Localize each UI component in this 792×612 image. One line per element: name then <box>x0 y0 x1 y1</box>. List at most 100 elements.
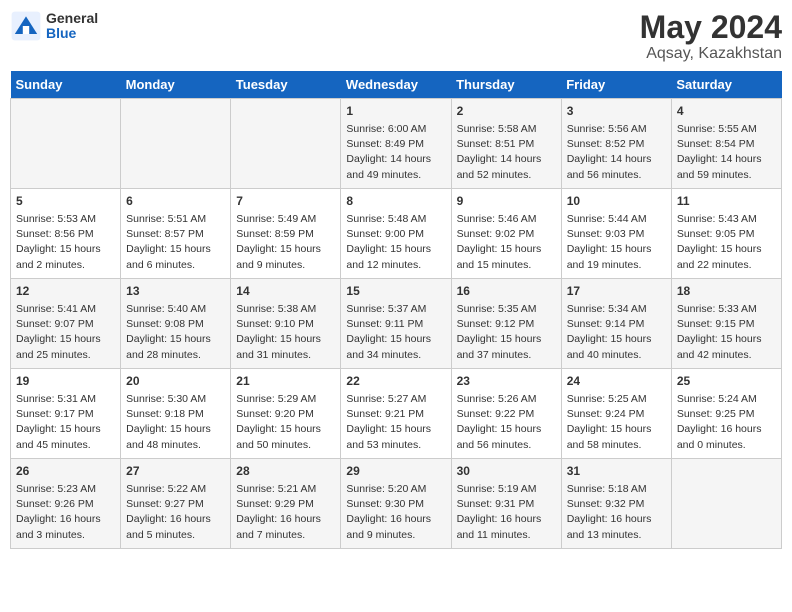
weekday-header-row: SundayMondayTuesdayWednesdayThursdayFrid… <box>11 71 782 99</box>
logo-general-text: General <box>46 11 98 26</box>
day-info: Sunrise: 5:18 AM Sunset: 9:32 PM Dayligh… <box>567 482 666 543</box>
calendar-cell: 20 Sunrise: 5:30 AM Sunset: 9:18 PM Dayli… <box>121 369 231 459</box>
day-number: 19 <box>16 373 115 390</box>
calendar-cell: 12Sunrise: 5:41 AM Sunset: 9:07 PM Dayli… <box>11 279 121 369</box>
weekday-header-sunday: Sunday <box>11 71 121 99</box>
calendar-cell: 4 Sunrise: 5:55 AM Sunset: 8:54 PM Daylig… <box>671 99 781 189</box>
logo-icon <box>10 10 42 42</box>
calendar-cell <box>121 99 231 189</box>
day-info: Sunrise: 5:31 AM Sunset: 9:17 PM Dayligh… <box>16 392 115 453</box>
calendar-cell: 5Sunrise: 5:53 AM Sunset: 8:56 PM Daylig… <box>11 189 121 279</box>
day-info: Sunrise: 5:40 AM Sunset: 9:08 PM Dayligh… <box>126 302 225 363</box>
day-number: 11 <box>677 193 776 210</box>
calendar-cell: 28Sunrise: 5:21 AM Sunset: 9:29 PM Dayli… <box>231 459 341 549</box>
day-info: Sunrise: 5:24 AM Sunset: 9:25 PM Dayligh… <box>677 392 776 453</box>
calendar-cell: 29 Sunrise: 5:20 AM Sunset: 9:30 PM Dayli… <box>341 459 451 549</box>
day-info: Sunrise: 5:29 AM Sunset: 9:20 PM Dayligh… <box>236 392 335 453</box>
day-number: 17 <box>567 283 666 300</box>
calendar-cell: 1Sunrise: 6:00 AM Sunset: 8:49 PM Daylig… <box>341 99 451 189</box>
weekday-header-friday: Friday <box>561 71 671 99</box>
day-number: 6 <box>126 193 225 210</box>
calendar-cell: 25 Sunrise: 5:24 AM Sunset: 9:25 PM Dayli… <box>671 369 781 459</box>
day-number: 16 <box>457 283 556 300</box>
calendar-cell: 13 Sunrise: 5:40 AM Sunset: 9:08 PM Dayli… <box>121 279 231 369</box>
day-info: Sunrise: 5:56 AM Sunset: 8:52 PM Dayligh… <box>567 122 666 183</box>
day-info: Sunrise: 5:27 AM Sunset: 9:21 PM Dayligh… <box>346 392 445 453</box>
weekday-header-thursday: Thursday <box>451 71 561 99</box>
day-info: Sunrise: 5:35 AM Sunset: 9:12 PM Dayligh… <box>457 302 556 363</box>
day-number: 20 <box>126 373 225 390</box>
calendar-cell: 6 Sunrise: 5:51 AM Sunset: 8:57 PM Daylig… <box>121 189 231 279</box>
day-number: 3 <box>567 103 666 120</box>
day-info: Sunrise: 5:58 AM Sunset: 8:51 PM Dayligh… <box>457 122 556 183</box>
calendar-cell <box>231 99 341 189</box>
day-info: Sunrise: 5:25 AM Sunset: 9:24 PM Dayligh… <box>567 392 666 453</box>
day-number: 12 <box>16 283 115 300</box>
day-info: Sunrise: 5:26 AM Sunset: 9:22 PM Dayligh… <box>457 392 556 453</box>
calendar-cell: 23 Sunrise: 5:26 AM Sunset: 9:22 PM Dayli… <box>451 369 561 459</box>
day-number: 28 <box>236 463 335 480</box>
calendar-cell: 7 Sunrise: 5:49 AM Sunset: 8:59 PM Daylig… <box>231 189 341 279</box>
day-number: 29 <box>346 463 445 480</box>
calendar-cell <box>671 459 781 549</box>
calendar-week-row: 5Sunrise: 5:53 AM Sunset: 8:56 PM Daylig… <box>11 189 782 279</box>
logo: General Blue <box>10 10 98 42</box>
day-number: 18 <box>677 283 776 300</box>
day-info: Sunrise: 5:19 AM Sunset: 9:31 PM Dayligh… <box>457 482 556 543</box>
day-number: 13 <box>126 283 225 300</box>
day-number: 4 <box>677 103 776 120</box>
day-info: Sunrise: 5:34 AM Sunset: 9:14 PM Dayligh… <box>567 302 666 363</box>
day-number: 7 <box>236 193 335 210</box>
day-number: 1 <box>346 103 445 120</box>
calendar-cell: 14Sunrise: 5:38 AM Sunset: 9:10 PM Dayli… <box>231 279 341 369</box>
calendar-subtitle: Aqsay, Kazakhstan <box>640 45 782 63</box>
logo-blue-text: Blue <box>46 26 98 41</box>
day-info: Sunrise: 5:33 AM Sunset: 9:15 PM Dayligh… <box>677 302 776 363</box>
calendar-cell: 21 Sunrise: 5:29 AM Sunset: 9:20 PM Dayli… <box>231 369 341 459</box>
day-info: Sunrise: 5:48 AM Sunset: 9:00 PM Dayligh… <box>346 212 445 273</box>
day-number: 9 <box>457 193 556 210</box>
day-number: 23 <box>457 373 556 390</box>
day-info: Sunrise: 5:20 AM Sunset: 9:30 PM Dayligh… <box>346 482 445 543</box>
day-info: Sunrise: 5:22 AM Sunset: 9:27 PM Dayligh… <box>126 482 225 543</box>
calendar-cell: 10Sunrise: 5:44 AM Sunset: 9:03 PM Dayli… <box>561 189 671 279</box>
weekday-header-saturday: Saturday <box>671 71 781 99</box>
day-info: Sunrise: 5:49 AM Sunset: 8:59 PM Dayligh… <box>236 212 335 273</box>
calendar-cell: 15Sunrise: 5:37 AM Sunset: 9:11 PM Dayli… <box>341 279 451 369</box>
calendar-table: SundayMondayTuesdayWednesdayThursdayFrid… <box>10 71 782 549</box>
day-number: 24 <box>567 373 666 390</box>
calendar-cell <box>11 99 121 189</box>
day-number: 8 <box>346 193 445 210</box>
day-number: 31 <box>567 463 666 480</box>
page: General Blue May 2024 Aqsay, Kazakhstan … <box>0 0 792 559</box>
calendar-cell: 17 Sunrise: 5:34 AM Sunset: 9:14 PM Dayli… <box>561 279 671 369</box>
calendar-cell: 30Sunrise: 5:19 AM Sunset: 9:31 PM Dayli… <box>451 459 561 549</box>
day-number: 10 <box>567 193 666 210</box>
calendar-cell: 22 Sunrise: 5:27 AM Sunset: 9:21 PM Dayli… <box>341 369 451 459</box>
day-number: 15 <box>346 283 445 300</box>
weekday-header-wednesday: Wednesday <box>341 71 451 99</box>
day-number: 22 <box>346 373 445 390</box>
day-number: 14 <box>236 283 335 300</box>
calendar-cell: 3 Sunrise: 5:56 AM Sunset: 8:52 PM Daylig… <box>561 99 671 189</box>
day-info: Sunrise: 5:53 AM Sunset: 8:56 PM Dayligh… <box>16 212 115 273</box>
calendar-cell: 18 Sunrise: 5:33 AM Sunset: 9:15 PM Dayli… <box>671 279 781 369</box>
calendar-title: May 2024 <box>640 10 782 45</box>
day-number: 25 <box>677 373 776 390</box>
day-number: 21 <box>236 373 335 390</box>
calendar-cell: 2Sunrise: 5:58 AM Sunset: 8:51 PM Daylig… <box>451 99 561 189</box>
header: General Blue May 2024 Aqsay, Kazakhstan <box>10 10 782 63</box>
weekday-header-tuesday: Tuesday <box>231 71 341 99</box>
weekday-header-monday: Monday <box>121 71 231 99</box>
calendar-week-row: 19 Sunrise: 5:31 AM Sunset: 9:17 PM Dayli… <box>11 369 782 459</box>
calendar-cell: 27Sunrise: 5:22 AM Sunset: 9:27 PM Dayli… <box>121 459 231 549</box>
calendar-cell: 16 Sunrise: 5:35 AM Sunset: 9:12 PM Dayli… <box>451 279 561 369</box>
day-info: Sunrise: 5:23 AM Sunset: 9:26 PM Dayligh… <box>16 482 115 543</box>
day-info: Sunrise: 5:55 AM Sunset: 8:54 PM Dayligh… <box>677 122 776 183</box>
day-info: Sunrise: 5:51 AM Sunset: 8:57 PM Dayligh… <box>126 212 225 273</box>
day-info: Sunrise: 5:30 AM Sunset: 9:18 PM Dayligh… <box>126 392 225 453</box>
day-info: Sunrise: 5:46 AM Sunset: 9:02 PM Dayligh… <box>457 212 556 273</box>
calendar-cell: 24 Sunrise: 5:25 AM Sunset: 9:24 PM Dayli… <box>561 369 671 459</box>
logo-text: General Blue <box>46 11 98 42</box>
calendar-week-row: 12Sunrise: 5:41 AM Sunset: 9:07 PM Dayli… <box>11 279 782 369</box>
